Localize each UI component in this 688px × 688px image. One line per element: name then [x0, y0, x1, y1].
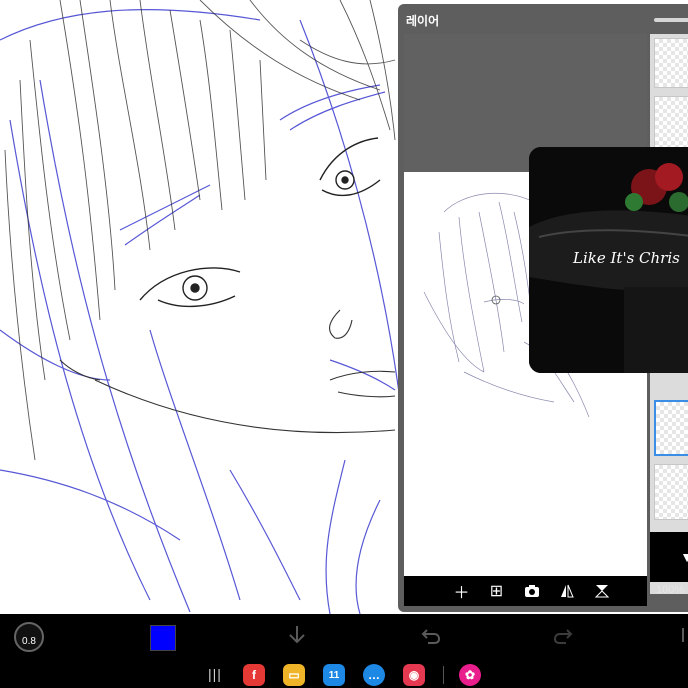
messages-app-icon[interactable]: … — [363, 664, 385, 686]
layer-panel-title: 레이어 — [406, 14, 440, 28]
redo-icon[interactable] — [552, 624, 574, 652]
brush-size-value: 0.8 — [22, 636, 36, 647]
flipboard-app-icon[interactable]: f — [243, 664, 265, 686]
add-layer-icon[interactable]: ⊞ — [487, 581, 507, 601]
menu-edge-icon[interactable] — [680, 624, 688, 652]
system-taskbar: ||| f ▭ 11 … ◉ ✿ — [0, 660, 688, 688]
bottom-toolbar: 0.8 — [0, 614, 688, 660]
brush-size-button[interactable]: 0.8 — [14, 622, 44, 652]
files-app-icon[interactable]: ▭ — [283, 664, 305, 686]
arrow-down-icon: ▼ — [680, 549, 688, 565]
screen: 레이어 ＋ ⊞ ▼ 100% Like It's Chris 0.8 ||| f… — [0, 0, 688, 688]
layer-toolbar: ＋ ⊞ — [404, 576, 647, 606]
camera-icon[interactable] — [522, 581, 542, 601]
download-icon[interactable] — [286, 624, 308, 652]
flip-icon[interactable] — [557, 581, 577, 601]
transform-icon[interactable] — [592, 581, 612, 601]
calendar-app-icon[interactable]: 11 — [323, 664, 345, 686]
layer-thumbnail-selected[interactable] — [654, 400, 688, 456]
blossom-app-icon[interactable]: ✿ — [459, 664, 481, 686]
panel-drag-handle[interactable] — [654, 18, 688, 22]
color-swatch-button[interactable] — [150, 625, 176, 651]
layer-add-strip[interactable]: ▼ — [650, 532, 688, 582]
taskbar-divider — [443, 666, 444, 684]
add-icon[interactable]: ＋ — [452, 581, 472, 602]
screen-recorder-app-icon[interactable]: ◉ — [403, 664, 425, 686]
video-caption: Like It's Chris — [573, 249, 680, 267]
layer-thumbnail[interactable] — [654, 464, 688, 520]
layer-thumbnail[interactable] — [654, 38, 688, 88]
zoom-level: 100% — [656, 584, 685, 596]
undo-icon[interactable] — [420, 624, 442, 652]
recents-icon[interactable]: ||| — [208, 666, 222, 682]
video-popup[interactable]: Like It's Chris — [529, 147, 688, 373]
